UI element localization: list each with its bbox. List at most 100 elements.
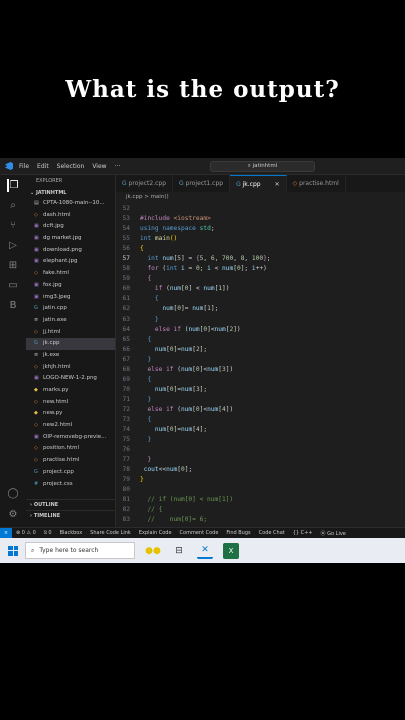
file-name: jj.html bbox=[43, 328, 61, 335]
html-icon: ◇ bbox=[34, 398, 38, 405]
file-item[interactable]: Gjatin.cpp bbox=[26, 303, 115, 315]
code-text: int main() bbox=[140, 235, 178, 243]
timeline-section[interactable]: › TIMELINE bbox=[26, 510, 116, 521]
menu-item[interactable]: Selection bbox=[57, 163, 85, 170]
account-icon[interactable]: ◯ bbox=[7, 487, 20, 500]
editor-tab[interactable]: ◇ practise.html bbox=[287, 175, 346, 192]
menu-item[interactable]: File bbox=[19, 163, 29, 170]
file-name: jk.exe bbox=[43, 351, 60, 358]
menu-item[interactable]: View bbox=[92, 163, 106, 170]
code-line: 66 num[0]=num[2]; bbox=[116, 345, 405, 355]
file-item[interactable]: ▣ download.png bbox=[26, 245, 115, 257]
code-line: 68 else if (num[0]<num[3]) bbox=[116, 365, 405, 375]
remote-indicator-icon[interactable]: ⨯ bbox=[0, 527, 12, 539]
close-icon[interactable]: ✕ bbox=[275, 181, 280, 188]
breadcrumb[interactable]: jk.cpp > main() bbox=[116, 192, 405, 203]
code-line: 75 } bbox=[116, 435, 405, 445]
file-item[interactable]: ▣ OIP-removebg-previe... bbox=[26, 432, 115, 444]
command-center-search[interactable]: ⌕ jatinhtml bbox=[210, 160, 315, 172]
run-debug-icon[interactable]: ▷ bbox=[7, 239, 20, 252]
status-item[interactable]: Blackbox bbox=[60, 530, 83, 536]
file-item[interactable]: # project.css bbox=[26, 479, 115, 491]
file-item[interactable]: ◇ new2.html bbox=[26, 420, 115, 432]
extensions-icon[interactable]: ⊞ bbox=[7, 259, 20, 272]
windows-start-icon[interactable] bbox=[8, 545, 18, 556]
code-text: } bbox=[140, 476, 144, 484]
file-item[interactable]: ◇ practise.html bbox=[26, 455, 115, 467]
menu-bar: File Edit Selection View ··· bbox=[19, 163, 128, 170]
file-item[interactable]: ◇ position.html bbox=[26, 443, 115, 455]
line-number: 62 bbox=[122, 305, 130, 313]
remote-icon[interactable]: ▭ bbox=[7, 279, 20, 292]
file-item[interactable]: ▣ img3.jpeg bbox=[26, 292, 115, 304]
code-line: 60 if (num[0] < num[1]) bbox=[116, 284, 405, 294]
vscode-window: File Edit Selection View ··· ⌕ jatinhtml ❐ ⌕… bbox=[0, 158, 405, 563]
file-item[interactable]: ◇ jj.html bbox=[26, 327, 115, 339]
line-number: 81 bbox=[122, 496, 130, 504]
file-name: jatin.exe bbox=[43, 316, 67, 323]
file-item[interactable]: ▣ dcft.jpg bbox=[26, 221, 115, 233]
task-view-icon[interactable]: ⊟ bbox=[171, 543, 187, 559]
line-number: 63 bbox=[122, 315, 130, 323]
line-number: 71 bbox=[122, 395, 130, 403]
lemon-icon[interactable]: ●● bbox=[145, 543, 161, 559]
menu-item[interactable]: ··· bbox=[115, 163, 121, 170]
file-item[interactable]: Gjk.cpp bbox=[26, 338, 115, 350]
vscode-logo-icon bbox=[5, 162, 13, 170]
outline-section[interactable]: › OUTLINE bbox=[26, 499, 116, 510]
taskbar-search-box[interactable]: ⌕ Type here to search bbox=[25, 542, 135, 559]
file-item[interactable]: ◆ new.py bbox=[26, 408, 115, 420]
code-line: 53 #include <iostream> bbox=[116, 214, 405, 224]
editor-tab[interactable]: G project2.cpp bbox=[116, 175, 174, 192]
code-text: } bbox=[147, 355, 152, 363]
css-icon: # bbox=[34, 480, 39, 487]
file-item[interactable]: ▣ elephant.jpg bbox=[26, 256, 115, 268]
file-item[interactable]: ◇ jkhjh.html bbox=[26, 362, 115, 374]
excel-taskbar-icon[interactable]: X bbox=[223, 542, 239, 559]
file-item[interactable]: ▣ LOGO-NEW-1-2.png bbox=[26, 373, 115, 385]
tab-label: jk.cpp bbox=[242, 181, 261, 188]
file-item[interactable]: ◆ marks.py bbox=[26, 385, 115, 397]
search-icon[interactable]: ⌕ bbox=[7, 199, 20, 212]
status-item[interactable]: Share Code Link bbox=[90, 530, 131, 536]
status-item[interactable]: ⊗ 0 ⚠ 0 bbox=[16, 530, 36, 536]
vscode-taskbar-icon[interactable]: ✕ bbox=[197, 543, 213, 559]
code-line: 69 { bbox=[116, 375, 405, 385]
activity-bar: ❐ ⌕ ⑂ ▷ ⊞ ▭ B ◯ ⚙ bbox=[0, 175, 26, 527]
file-item[interactable]: ◇ dash.html bbox=[26, 210, 115, 222]
status-item[interactable]: {} C++ bbox=[293, 530, 313, 536]
file-item[interactable]: ▣ fox.jpg bbox=[26, 280, 115, 292]
file-item[interactable]: Gproject.cpp bbox=[26, 467, 115, 479]
line-number: 68 bbox=[122, 365, 130, 373]
code-text: { bbox=[147, 415, 152, 423]
explorer-icon[interactable]: ❐ bbox=[6, 179, 20, 192]
code-line: 77 } bbox=[116, 455, 405, 465]
editor-tab[interactable]: G project1.cpp bbox=[173, 175, 231, 192]
file-name: LOGO-NEW-1-2.png bbox=[43, 375, 97, 382]
file-item[interactable]: ≡ jatin.exe bbox=[26, 315, 115, 327]
status-item[interactable]: ⍉ 0 bbox=[44, 530, 52, 536]
settings-gear-icon[interactable]: ⚙ bbox=[7, 508, 20, 521]
status-item[interactable]: Comment Code bbox=[180, 530, 219, 536]
code-text: { bbox=[147, 375, 152, 383]
code-text: cout<<num[0]; bbox=[143, 466, 193, 474]
file-item[interactable]: ▣ dg market.jpg bbox=[26, 233, 115, 245]
line-number: 59 bbox=[122, 275, 130, 283]
file-name: OIP-removebg-previe... bbox=[43, 433, 107, 440]
menu-item[interactable]: Edit bbox=[37, 163, 49, 170]
file-item[interactable]: ◇ new.html bbox=[26, 397, 115, 409]
code-line: 52 bbox=[116, 204, 405, 214]
source-control-icon[interactable]: ⑂ bbox=[7, 219, 20, 232]
file-item[interactable]: ▤ CPTA-1080-main--10... bbox=[26, 198, 115, 210]
code-editor[interactable]: 52 53 #include <iostream> 54 using namespace… bbox=[116, 204, 405, 527]
workspace-root-folder[interactable]: ⌄ JATINHTML bbox=[26, 188, 115, 198]
blackbox-icon[interactable]: B bbox=[7, 299, 20, 312]
editor-tab[interactable]: G jk.cpp ✕ bbox=[230, 175, 287, 192]
file-item[interactable]: ≡ jk.exe bbox=[26, 350, 115, 362]
status-item[interactable]: ⦿ Go Live bbox=[321, 530, 346, 537]
status-item[interactable]: Code Chat bbox=[259, 530, 285, 536]
status-item[interactable]: Find Bugs bbox=[226, 530, 250, 536]
code-line: 83 // num[0]= 6; bbox=[116, 515, 405, 525]
file-item[interactable]: ◇ fake.html bbox=[26, 268, 115, 280]
status-item[interactable]: Explain Code bbox=[139, 530, 172, 536]
